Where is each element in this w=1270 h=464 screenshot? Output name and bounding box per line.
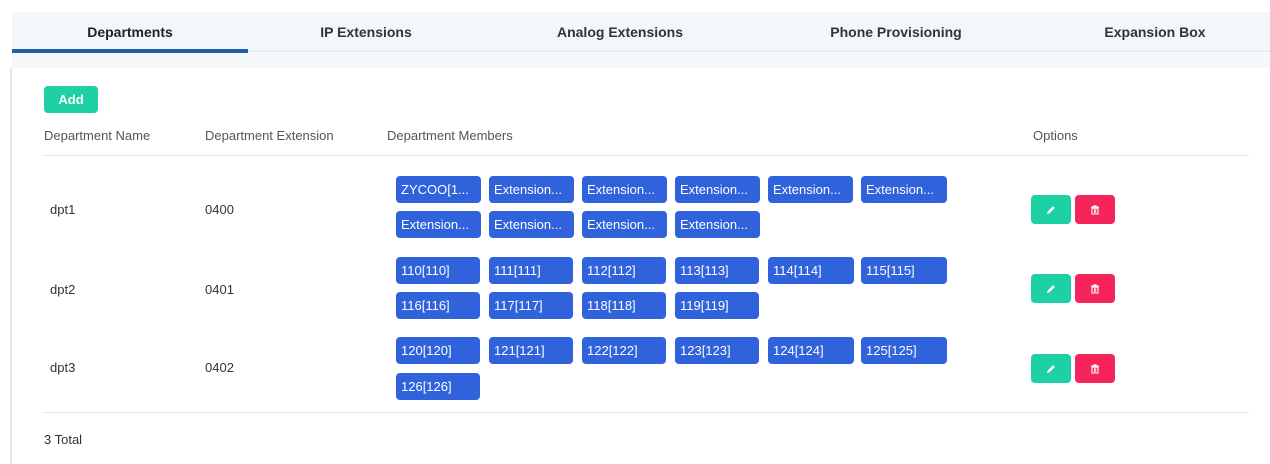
row-dpt1-extension: 0400 — [205, 202, 234, 217]
header-department-name: Department Name — [44, 128, 151, 143]
row-dpt2-extension: 0401 — [205, 282, 234, 297]
member-tag[interactable]: 124[124] — [768, 337, 854, 364]
member-tag[interactable]: Extension... — [489, 176, 574, 203]
member-tag[interactable]: 125[125] — [861, 337, 947, 364]
tab-expansion-box[interactable]: Expansion Box — [1040, 12, 1270, 52]
row-dpt1-members: ZYCOO[1... Extension... Extension... Ext… — [396, 176, 996, 238]
member-tag[interactable]: 115[115] — [861, 257, 947, 284]
add-button[interactable]: Add — [44, 86, 98, 113]
edit-button[interactable] — [1031, 274, 1071, 303]
tab-phone-provisioning[interactable]: Phone Provisioning — [778, 12, 1014, 52]
table-bottom-divider — [44, 412, 1249, 413]
member-tag[interactable]: 117[117] — [489, 292, 573, 319]
row-dpt3-extension: 0402 — [205, 360, 234, 375]
header-department-members: Department Members — [387, 128, 513, 143]
header-divider — [44, 155, 1249, 156]
pencil-icon — [1047, 205, 1055, 214]
member-tag[interactable]: 112[112] — [582, 257, 666, 284]
member-tag[interactable]: Extension... — [582, 211, 667, 238]
trash-icon — [1091, 204, 1099, 215]
pencil-icon — [1047, 284, 1055, 293]
delete-button[interactable] — [1075, 354, 1115, 383]
header-department-extension: Department Extension — [205, 128, 334, 143]
member-tag[interactable]: 111[111] — [489, 257, 573, 284]
member-tag[interactable]: 126[126] — [396, 373, 480, 400]
trash-icon — [1091, 363, 1099, 374]
member-tag[interactable]: Extension... — [582, 176, 667, 203]
member-tag[interactable]: 121[121] — [489, 337, 573, 364]
member-tag[interactable]: 110[110] — [396, 257, 480, 284]
edit-button[interactable] — [1031, 195, 1071, 224]
total-count: 3 Total — [44, 432, 83, 447]
row-dpt3-name: dpt3 — [50, 360, 76, 375]
header-options: Options — [1033, 128, 1078, 143]
row-dpt1-name: dpt1 — [50, 202, 76, 217]
panel-left-border — [10, 68, 12, 464]
member-tag[interactable]: 119[119] — [675, 292, 759, 319]
member-tag[interactable]: Extension... — [396, 211, 481, 238]
row-dpt2-members: 110[110] 111[111] 112[112] 113[113] 114[… — [396, 257, 996, 319]
pencil-icon — [1047, 364, 1055, 373]
member-tag[interactable]: ZYCOO[1... — [396, 176, 481, 203]
row-dpt2-name: dpt2 — [50, 282, 76, 297]
tab-analog-extensions[interactable]: Analog Extensions — [502, 12, 738, 52]
member-tag[interactable]: Extension... — [675, 176, 760, 203]
member-tag[interactable]: Extension... — [675, 211, 760, 238]
member-tag[interactable]: 116[116] — [396, 292, 480, 319]
delete-button[interactable] — [1075, 274, 1115, 303]
trash-icon — [1091, 283, 1099, 294]
member-tag[interactable]: 123[123] — [675, 337, 759, 364]
member-tag[interactable]: 114[114] — [768, 257, 854, 284]
tab-bar: Departments IP Extensions Analog Extensi… — [12, 12, 1270, 53]
tab-departments[interactable]: Departments — [12, 12, 248, 53]
member-tag[interactable]: 113[113] — [675, 257, 759, 284]
member-tag[interactable]: Extension... — [768, 176, 853, 203]
tab-content-band — [12, 53, 1270, 68]
member-tag[interactable]: 120[120] — [396, 337, 480, 364]
member-tag[interactable]: 122[122] — [582, 337, 666, 364]
member-tag[interactable]: Extension... — [861, 176, 947, 203]
member-tag[interactable]: 118[118] — [582, 292, 666, 319]
tab-ip-extensions[interactable]: IP Extensions — [248, 12, 484, 52]
edit-button[interactable] — [1031, 354, 1071, 383]
row-dpt3-members: 120[120] 121[121] 122[122] 123[123] 124[… — [396, 337, 996, 400]
member-tag[interactable]: Extension... — [489, 211, 574, 238]
delete-button[interactable] — [1075, 195, 1115, 224]
